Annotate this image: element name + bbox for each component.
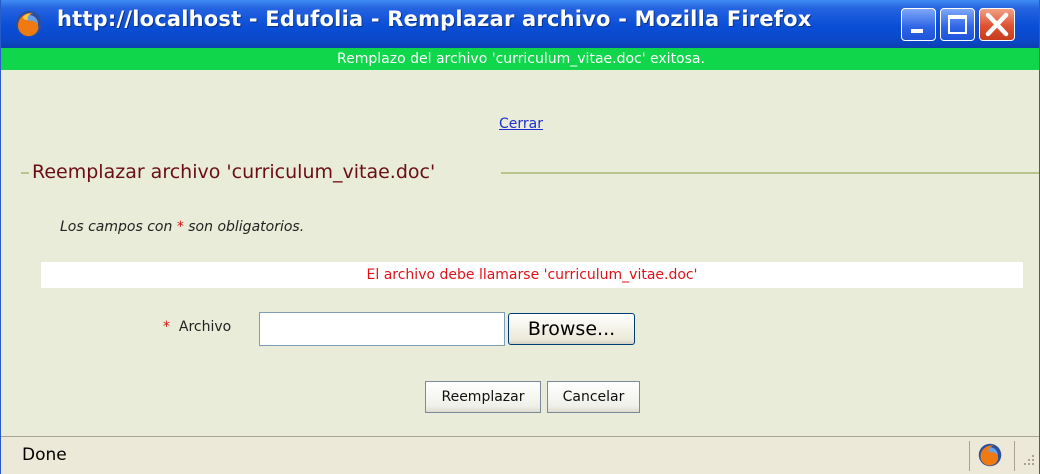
required-note-prefix: Los campos con: [60, 219, 177, 235]
resize-grip-icon[interactable]: [1019, 449, 1037, 469]
fieldset-border-right: [501, 172, 1039, 174]
fieldset-legend: Reemplazar archivo 'curriculum_vitae.doc…: [32, 161, 436, 183]
success-banner: Remplazo del archivo 'curriculum_vitae.d…: [1, 48, 1039, 70]
cancel-button[interactable]: Cancelar: [547, 381, 640, 413]
required-note-suffix: son obligatorios.: [183, 219, 305, 235]
required-star: *: [176, 219, 184, 235]
title-bar[interactable]: http://localhost - Edufolia - Remplazar …: [1, 0, 1039, 48]
minimize-icon: [911, 29, 923, 33]
close-icon: [985, 12, 1009, 37]
window-title: http://localhost - Edufolia - Remplazar …: [57, 7, 812, 31]
browser-window: http://localhost - Edufolia - Remplazar …: [0, 0, 1040, 474]
browse-button[interactable]: Browse...: [508, 313, 635, 345]
file-required-star: *: [163, 319, 170, 335]
status-divider-2: [1014, 441, 1015, 471]
fieldset-border-left: [21, 172, 29, 174]
firefox-status-icon: [978, 443, 1002, 467]
maximize-icon: [948, 15, 967, 34]
firefox-logo-icon: [16, 11, 42, 37]
status-bar: Done: [1, 436, 1039, 474]
maximize-button[interactable]: [940, 8, 975, 41]
file-label-text: Archivo: [178, 319, 232, 335]
close-link[interactable]: Cerrar: [1, 116, 1039, 132]
status-divider: [969, 441, 970, 471]
filename-warning: El archivo debe llamarse 'curriculum_vit…: [41, 262, 1023, 288]
status-text: Done: [22, 445, 67, 465]
minimize-button[interactable]: [901, 8, 936, 41]
replace-button[interactable]: Reemplazar: [425, 381, 541, 413]
required-fields-note: Los campos con * son obligatorios.: [60, 219, 304, 235]
file-path-input[interactable]: [259, 312, 505, 346]
file-field-label: * Archivo: [163, 319, 231, 335]
close-window-button[interactable]: [979, 8, 1015, 41]
